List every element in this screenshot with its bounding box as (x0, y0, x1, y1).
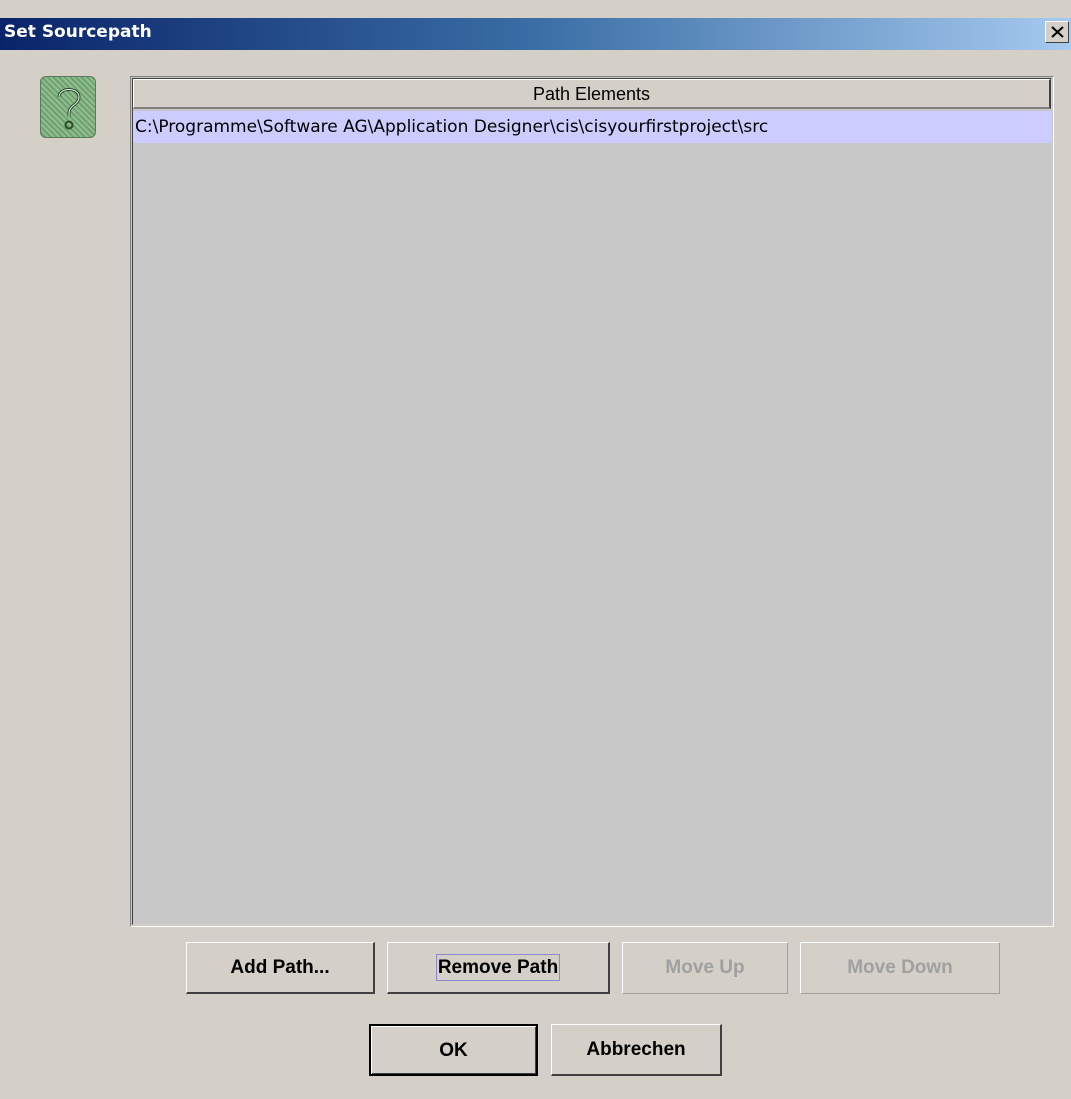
ok-button[interactable]: OK (369, 1024, 538, 1076)
column-header-path-elements[interactable]: Path Elements (133, 79, 1051, 109)
path-elements-table: Path Elements C:\Programme\Software AG\A… (130, 76, 1054, 927)
title-bar[interactable]: Set Sourcepath (0, 18, 1071, 50)
move-up-button[interactable]: Move Up (622, 942, 788, 994)
add-path-button[interactable]: Add Path... (186, 942, 375, 994)
move-up-label: Move Up (665, 957, 745, 978)
add-path-label: Add Path... (230, 957, 330, 978)
cancel-label: Abbrechen (586, 1039, 686, 1060)
move-down-button[interactable]: Move Down (800, 942, 1000, 994)
remove-path-label: Remove Path (435, 954, 561, 981)
cancel-button[interactable]: Abbrechen (551, 1024, 722, 1076)
close-icon (1051, 26, 1064, 38)
close-button[interactable] (1045, 21, 1069, 43)
table-row[interactable]: C:\Programme\Software AG\Application Des… (133, 111, 1051, 143)
help-question-icon (40, 76, 96, 138)
ok-label: OK (439, 1040, 468, 1061)
remove-path-button[interactable]: Remove Path (387, 942, 610, 994)
set-sourcepath-dialog: Set Sourcepath Path Elements C:\Programm… (0, 0, 1071, 1099)
table-viewport[interactable]: Path Elements C:\Programme\Software AG\A… (132, 78, 1052, 925)
window-title: Set Sourcepath (4, 22, 152, 42)
move-down-label: Move Down (847, 957, 953, 978)
